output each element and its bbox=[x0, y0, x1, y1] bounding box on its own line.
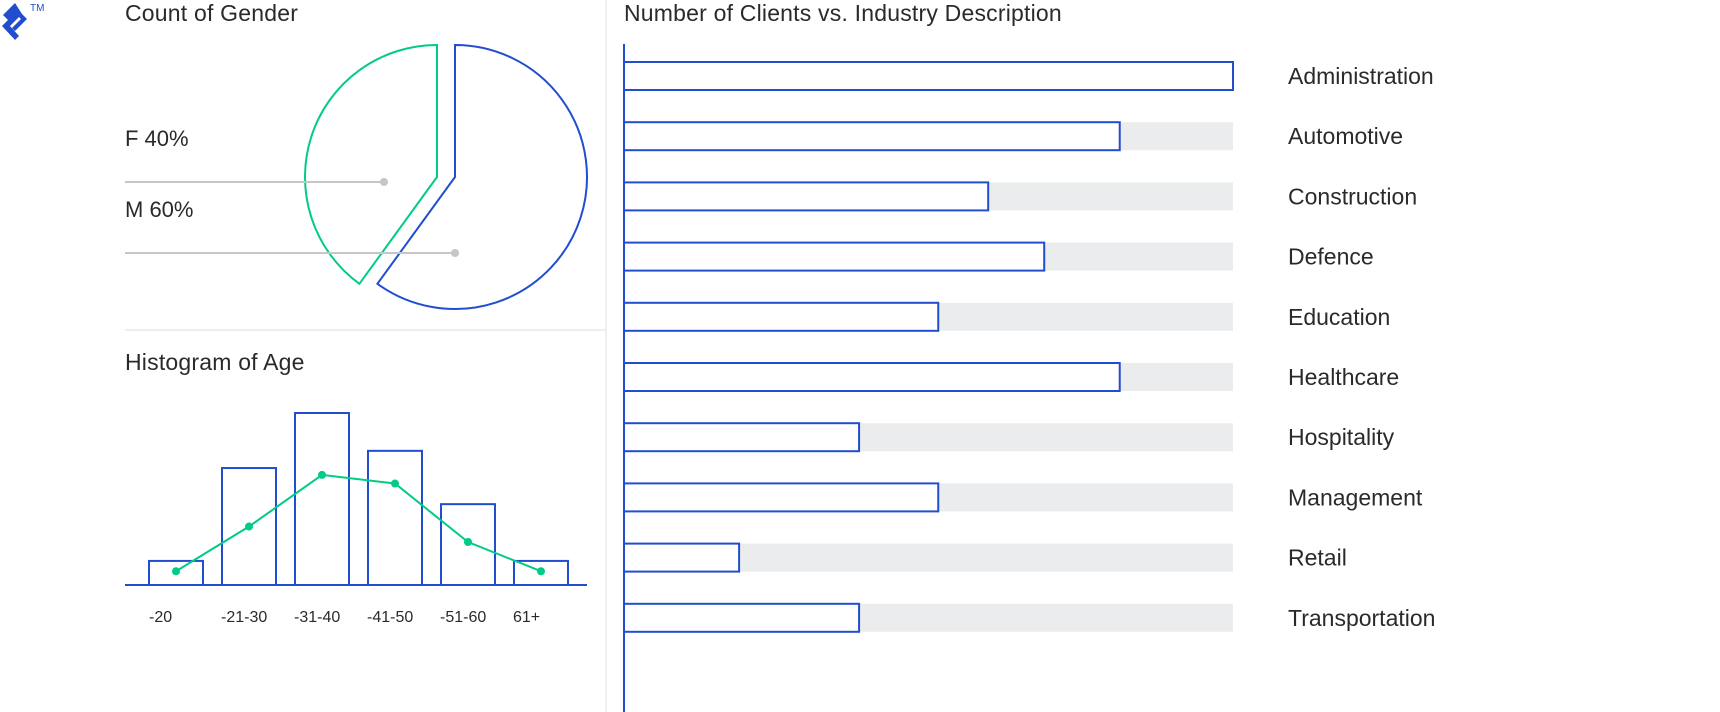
industry-bar bbox=[623, 121, 1121, 152]
industry-label: Automotive bbox=[1288, 123, 1403, 149]
histogram-bar bbox=[367, 449, 423, 586]
histogram-trend-point bbox=[318, 470, 326, 479]
industry-bar bbox=[623, 602, 861, 633]
histogram-tick-label: -31-40 bbox=[294, 609, 340, 626]
histogram-trend-point bbox=[391, 479, 399, 488]
histogram-trend-point bbox=[172, 567, 180, 576]
industry-label: Construction bbox=[1288, 183, 1417, 209]
pie-pointer-dot bbox=[380, 178, 388, 186]
pie-slice-f bbox=[304, 43, 438, 286]
industry-label: Hospitality bbox=[1288, 424, 1395, 450]
charts-canvas: F 40% M 60% -20 -21-30 -31-40 -41-50 -51-60 61+… bbox=[125, 43, 1435, 712]
industry-bar bbox=[623, 482, 940, 513]
industry-label: Education bbox=[1288, 304, 1390, 330]
industry-label: Retail bbox=[1288, 545, 1347, 571]
industry-bar bbox=[623, 542, 741, 573]
histogram-trend-line bbox=[175, 473, 542, 573]
histogram-bar bbox=[294, 412, 350, 586]
histogram-tick-label: -20 bbox=[149, 609, 172, 626]
industry-label: Healthcare bbox=[1288, 364, 1399, 390]
industry-bar bbox=[623, 181, 990, 212]
pie-label-f: F 40% bbox=[125, 126, 189, 151]
histogram-tick-label: 61+ bbox=[513, 609, 540, 626]
industry-bar bbox=[623, 241, 1046, 272]
industry-bar bbox=[623, 61, 1234, 91]
histogram-trend-point bbox=[464, 538, 472, 546]
industry-bar bbox=[623, 362, 1121, 392]
industry-label: Management bbox=[1288, 484, 1423, 510]
industry-label: Defence bbox=[1288, 244, 1374, 270]
pie-label-m: M 60% bbox=[125, 197, 193, 222]
histogram-tick-label: -51-60 bbox=[440, 609, 486, 626]
histogram-tick-label: -21-30 bbox=[221, 609, 267, 626]
industry-label: Transportation bbox=[1288, 605, 1435, 631]
industry-label: Administration bbox=[1288, 63, 1434, 89]
histogram-tick-label: -41-50 bbox=[367, 609, 413, 626]
histogram-trend-point bbox=[245, 522, 253, 531]
histogram-trend-point bbox=[537, 567, 545, 576]
industry-bar bbox=[623, 301, 940, 332]
pie-slice-m bbox=[376, 43, 588, 310]
industry-bar bbox=[623, 422, 861, 453]
pie-pointer-dot bbox=[451, 249, 459, 257]
